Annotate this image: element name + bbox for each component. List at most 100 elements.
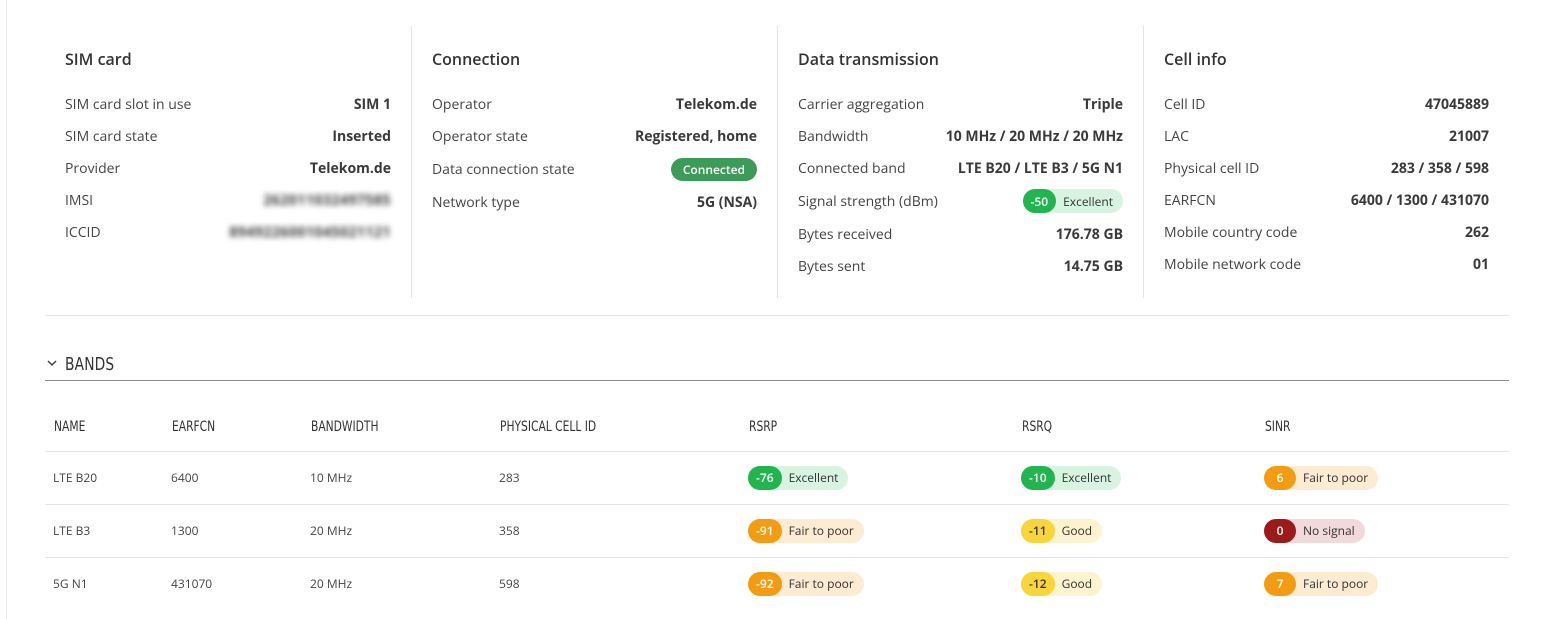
sim-slot-value: SIM 1 — [353, 94, 391, 114]
carrier-aggregation-value: Triple — [1082, 94, 1123, 114]
cell-id-row: Cell ID 47045889 — [1164, 88, 1489, 120]
sim-state-label: SIM card state — [65, 126, 158, 146]
cell-id-value: 47045889 — [1424, 94, 1489, 114]
operator-row: Operator Telekom.de — [432, 88, 757, 120]
rsrp-quality: Excellent — [788, 469, 839, 486]
band-rsrq: -11 Good — [1013, 504, 1256, 558]
physical-cell-id-value: 283 / 358 / 598 — [1390, 158, 1489, 178]
mnc-row: Mobile network code 01 — [1164, 248, 1489, 280]
band-rsrq: -10 Excellent — [1013, 451, 1256, 505]
rsrp-value: -91 — [748, 518, 782, 543]
sinr-quality: Fair to poor — [1303, 575, 1369, 593]
imsi-label: IMSI — [65, 190, 94, 210]
cell-info-panel: Cell info Cell ID 47045889 LAC 21007 Phy… — [1143, 26, 1509, 298]
chevron-down-icon[interactable] — [45, 356, 59, 370]
sim-state-value: Inserted — [332, 126, 391, 146]
col-bandwidth: BANDWIDTH — [302, 404, 491, 452]
lac-value: 21007 — [1448, 126, 1489, 146]
band-earfcn: 431070 — [171, 575, 213, 593]
data-transmission-panel: Data transmission Carrier aggregation Tr… — [777, 26, 1143, 298]
connected-band-value: LTE B20 / LTE B3 / 5G N1 — [957, 158, 1123, 178]
band-bandwidth: 20 MHz — [302, 504, 491, 558]
network-type-value: 5G (NSA) — [696, 192, 757, 212]
sim-card-panel: SIM card SIM card slot in use SIM 1 SIM … — [45, 26, 411, 298]
bytes-received-value: 176.78 GB — [1055, 224, 1123, 244]
physical-cell-id-row: Physical cell ID 283 / 358 / 598 — [1164, 152, 1489, 184]
bands-section-title: BANDS — [65, 354, 115, 375]
bytes-sent-row: Bytes sent 14.75 GB — [798, 250, 1123, 282]
section-divider — [45, 315, 1509, 316]
rsrp-badge: -91 Fair to poor — [748, 518, 864, 543]
connection-title: Connection — [432, 48, 521, 70]
band-rsrp: -91 Fair to poor — [740, 504, 1013, 558]
iccid-value: 8949226001045021121 — [229, 222, 391, 242]
imsi-value: 262011032497585 — [263, 190, 391, 210]
band-sinr: 7 Fair to poor — [1256, 557, 1509, 610]
bytes-received-label: Bytes received — [798, 224, 893, 244]
earfcn-value: 6400 / 1300 / 431070 — [1350, 190, 1489, 210]
provider-value: Telekom.de — [309, 158, 391, 178]
cell-info-title: Cell info — [1164, 48, 1227, 70]
rsrq-value: -11 — [1021, 518, 1055, 543]
sim-slot-label: SIM card slot in use — [65, 94, 192, 114]
band-earfcn: 1300 — [163, 504, 302, 558]
band-name: 5G N1 — [53, 575, 88, 593]
bandwidth-label: Bandwidth — [798, 126, 869, 146]
col-earfcn: EARFCN — [163, 404, 302, 452]
rsrq-quality: Excellent — [1061, 469, 1112, 486]
bytes-sent-label: Bytes sent — [798, 256, 866, 276]
col-name: NAME — [45, 404, 163, 452]
rsrp-value: -92 — [748, 571, 782, 596]
rsrp-quality: Fair to poor — [788, 522, 854, 539]
rsrp-badge: -76 Excellent — [748, 465, 849, 490]
bands-section-toggle[interactable]: BANDS — [45, 349, 1509, 381]
data-connection-state-row: Data connection state Connected — [432, 152, 757, 186]
rsrq-quality: Good — [1061, 575, 1093, 593]
provider-label: Provider — [65, 158, 121, 178]
rsrq-quality: Good — [1061, 522, 1093, 539]
band-rsrq: -12 Good — [1013, 557, 1256, 610]
bytes-received-row: Bytes received 176.78 GB — [798, 218, 1123, 250]
rsrq-badge: -12 Good — [1021, 571, 1103, 596]
rsrq-value: -12 — [1021, 571, 1055, 596]
sinr-value: 6 — [1264, 465, 1296, 490]
mnc-label: Mobile network code — [1164, 254, 1302, 274]
connection-panel: Connection Operator Telekom.de Operator … — [411, 26, 777, 298]
operator-label: Operator — [432, 94, 492, 114]
carrier-aggregation-row: Carrier aggregation Triple — [798, 88, 1123, 120]
band-sinr: 0 No signal — [1256, 504, 1509, 558]
cell-id-label: Cell ID — [1164, 94, 1206, 114]
mcc-label: Mobile country code — [1164, 222, 1298, 242]
rsrp-quality: Fair to poor — [788, 575, 854, 593]
operator-state-value: Registered, home — [634, 126, 757, 146]
table-row: 5G N1 431070 20 MHz 598 -92 Fair to poor … — [45, 557, 1509, 610]
connected-status-badge: Connected — [670, 157, 757, 181]
network-type-row: Network type 5G (NSA) — [432, 186, 757, 218]
band-name: LTE B20 — [45, 451, 163, 505]
provider-row: Provider Telekom.de — [65, 152, 391, 184]
band-bandwidth: 10 MHz — [302, 451, 491, 505]
rsrp-value: -76 — [748, 465, 782, 490]
signal-strength-label: Signal strength (dBm) — [798, 191, 938, 211]
signal-strength-value: -50 — [1022, 189, 1057, 213]
sinr-badge: 6 Fair to poor — [1264, 465, 1379, 490]
rsrq-badge: -10 Excellent — [1021, 465, 1122, 490]
band-sinr: 6 Fair to poor — [1256, 451, 1509, 505]
signal-strength-quality: Excellent — [1063, 192, 1113, 210]
sinr-badge: 0 No signal — [1264, 518, 1365, 543]
rsrq-value: -10 — [1021, 465, 1055, 490]
carrier-aggregation-label: Carrier aggregation — [798, 94, 925, 114]
signal-strength-badge: -50 Excellent — [1022, 189, 1123, 213]
band-rsrp: -76 Excellent — [740, 451, 1013, 505]
sinr-quality: Fair to poor — [1303, 469, 1369, 486]
col-rsrp: RSRP — [740, 404, 1013, 452]
band-pci: 283 — [491, 451, 740, 505]
col-rsrq: RSRQ — [1013, 404, 1256, 452]
physical-cell-id-label: Physical cell ID — [1164, 158, 1260, 178]
operator-value: Telekom.de — [675, 94, 757, 114]
iccid-label: ICCID — [65, 222, 101, 242]
sim-card-title: SIM card — [65, 48, 132, 70]
band-name: LTE B3 — [45, 504, 163, 558]
sim-slot-row: SIM card slot in use SIM 1 — [65, 88, 391, 120]
lac-label: LAC — [1164, 126, 1189, 146]
